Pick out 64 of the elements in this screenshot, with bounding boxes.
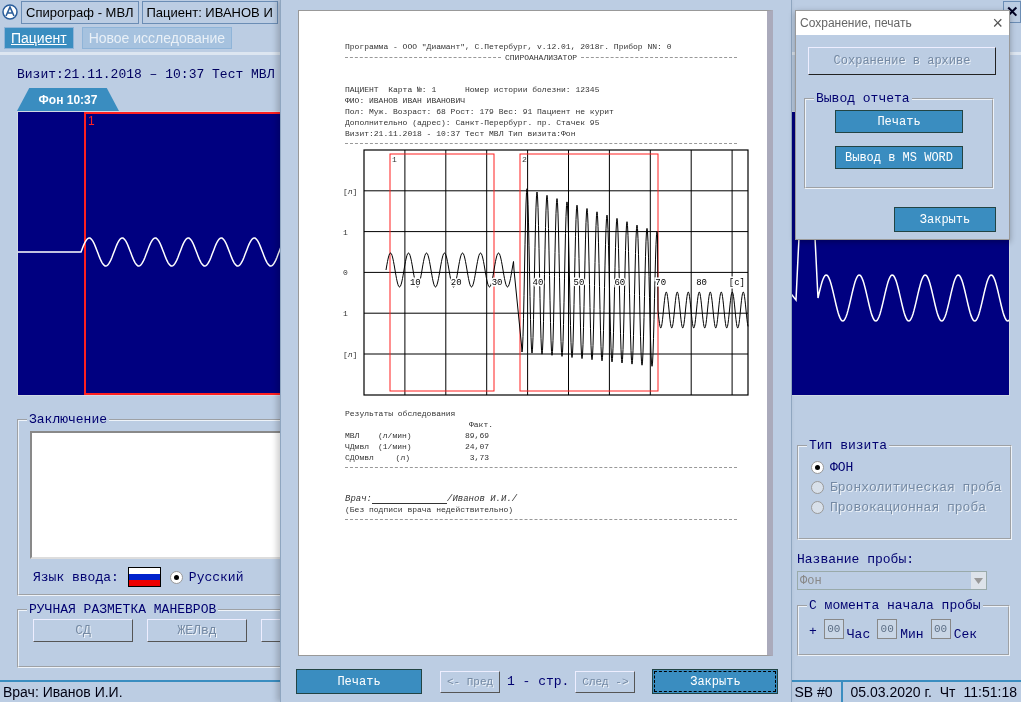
patient-name: Пациент: ИВАНОВ И xyxy=(141,0,278,24)
marker-label: 1 xyxy=(392,155,397,164)
status-doctor: Врач: Иванов И.И. xyxy=(2,684,123,700)
doctor-name: /Иванов И.И./ xyxy=(447,494,518,504)
group-title: С момента начала пробы xyxy=(808,598,982,613)
unit-label: Сек xyxy=(953,627,978,642)
group-title: Вывод отчета xyxy=(815,91,911,106)
tab[interactable]: Фон 10:37 xyxy=(17,88,119,111)
patient-info-line: Визит:21.11.2018 - 10:37 Тест МВЛ Тип визита:Фон xyxy=(345,128,577,139)
axis-label: 10 xyxy=(409,278,421,288)
radio-button[interactable]: Русский xyxy=(169,569,244,585)
axis-label: 20 xyxy=(450,278,462,288)
status-date: 05.03.2020 г. xyxy=(850,684,932,700)
result-unit: (1/мин) xyxy=(378,441,410,452)
logo-icon xyxy=(2,4,18,20)
axis-label: [л] xyxy=(343,350,358,359)
report-header: Программа - ООО "Диамант", С.Петербург, v.12.01, 2018г. Прибор NN: 0 xyxy=(345,41,673,52)
axis-label: 0 xyxy=(343,268,348,278)
marker-label: 2 xyxy=(522,155,527,164)
axis-label: 30 xyxy=(491,278,503,288)
result-name: СДОмвл xyxy=(345,452,375,463)
column-header: Факт. xyxy=(468,419,494,430)
signature-note: (Без подписи врача недействительно) xyxy=(345,504,515,515)
patient-info-line: Дополнительно (адрес): Санкт-Перербург. пр. Стачек 95 xyxy=(345,117,601,128)
result-value: 3,73 xyxy=(468,452,489,463)
result-value: 24,07 xyxy=(464,441,489,452)
patient-info-line: Пол: Муж. Возраст: 68 Рост: 179 Вес: 91 Пациент не курит xyxy=(345,106,615,117)
plus-sign: + xyxy=(809,624,817,639)
page-indicator: 1 - стр. xyxy=(507,674,570,689)
flag-icon xyxy=(127,567,161,587)
result-value: 89,69 xyxy=(464,430,489,441)
app-title: Спирограф - МВЛ xyxy=(21,0,139,24)
dialog-title: Сохранение, печать xyxy=(800,16,912,30)
axis-label: 80 xyxy=(696,278,707,288)
report-button[interactable]: Вывод в MS WORD xyxy=(835,146,963,169)
doctor-label: Врач: xyxy=(345,494,372,504)
result-unit: (л) xyxy=(394,452,410,463)
axis-label: 1 xyxy=(343,309,348,319)
status-time: 11:51:18 xyxy=(963,684,1017,700)
unit-label: Час xyxy=(846,627,871,642)
status-weekday: Чт xyxy=(939,684,956,700)
report-button[interactable]: Печать xyxy=(835,110,963,133)
unit-label: Мин xyxy=(900,627,924,642)
menu-button[interactable]: Пациент xyxy=(4,27,74,49)
section-title: СПИРОАНАЛИЗАТОР xyxy=(505,52,577,63)
marker-label: 1 xyxy=(88,114,95,128)
axis-label: 1 xyxy=(343,227,348,237)
group-title: Заключение xyxy=(28,412,108,427)
visit-info: Визит:21.11.2018 – 10:37 Тест МВЛ xyxy=(17,67,276,82)
field-label: Язык ввода: xyxy=(33,569,119,585)
results-title: Результаты обследования xyxy=(345,408,457,419)
group-title: Тип визита xyxy=(808,438,888,453)
group-title: РУЧНАЯ РАЗМЕТКА МАНЕВРОВ xyxy=(28,602,218,617)
result-unit: (л/мин) xyxy=(378,430,410,441)
radio-button[interactable]: ФОН xyxy=(811,460,1002,475)
patient-info-line: ФИО: ИВАНОВ ИВАН ИВАНОВИЧ xyxy=(345,95,467,106)
result-name: МВЛ xyxy=(345,430,361,441)
preview-button[interactable]: Закрыть xyxy=(652,669,779,694)
preview-button[interactable]: Печать xyxy=(296,669,422,694)
dialog-close-button[interactable]: Закрыть xyxy=(894,207,996,232)
field-label: Название пробы: xyxy=(797,552,916,567)
result-name: ЧДмвл xyxy=(345,441,370,452)
axis-label: [л] xyxy=(343,186,358,196)
patient-info-line: ПАЦИЕНТ Карта №: 1 Номер истории болезни: 12345 xyxy=(345,84,601,95)
